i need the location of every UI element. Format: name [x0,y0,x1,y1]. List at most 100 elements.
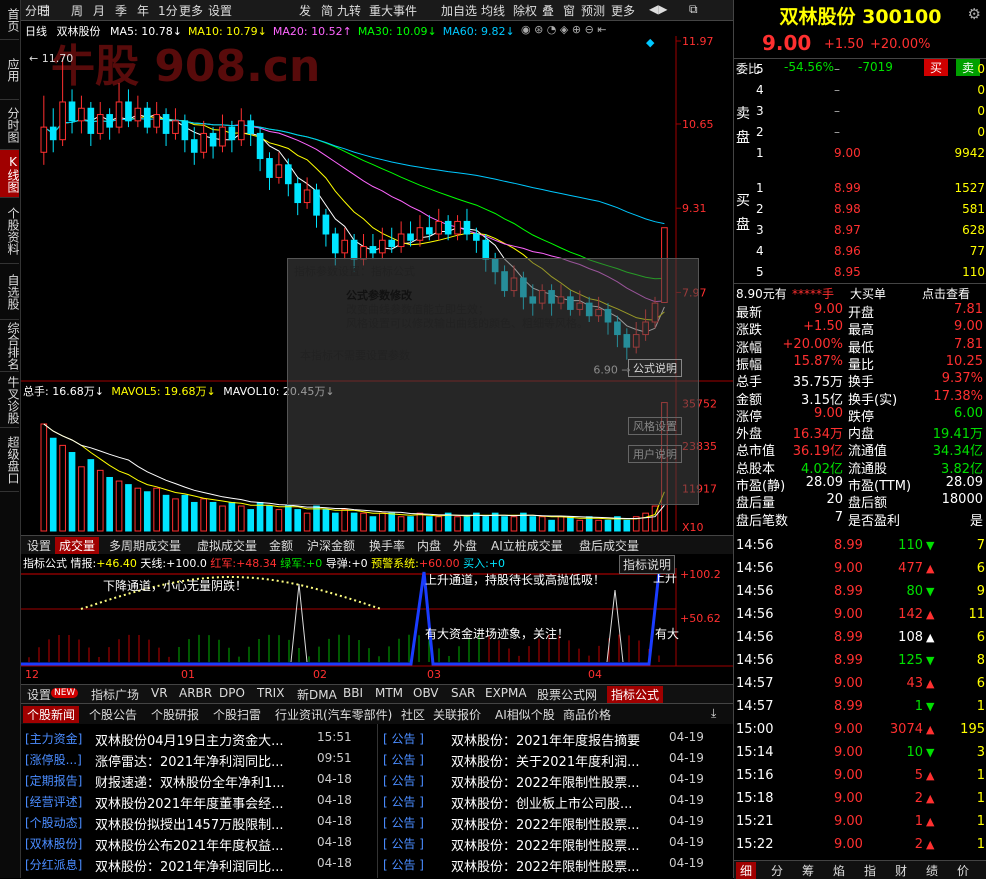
news-tab-0[interactable]: 个股新闻 [23,706,80,723]
ask-row-1[interactable]: 1 9.00 9942 [734,146,986,164]
news-tab-8[interactable]: 商品价格 [559,706,615,723]
news-right-title[interactable]: 双林股份：2022年限制性股票... [451,835,639,854]
big-order-d[interactable]: 点击查看 [922,285,970,302]
toolbar-item-18[interactable]: 预测 [581,2,605,19]
indicator-panel[interactable]: +100.2 +50.62 下降通道，小心无量阴跌！ 上升通道，持股待长或高抛低吸！上… [21,554,733,684]
news-left-title[interactable]: 财报速递：双林股份全年净利1... [95,772,285,791]
toolbar-item-15[interactable]: 除权 [513,2,537,19]
ind-tab-1[interactable]: NEW [51,688,79,698]
toolbar-item-16[interactable]: 叠 [542,2,554,19]
news-right-title[interactable]: 双林股份：2022年限制性股票... [451,856,639,875]
ask-row-4[interactable]: 4 – 0 [734,83,986,101]
news-right-tag[interactable]: [ 公告 ] [383,793,424,810]
ask-row-3[interactable]: 3 – 0 [734,104,986,122]
ind-tab-6[interactable]: TRIX [253,686,288,700]
bid-row-4[interactable]: 4 8.96 77 [734,244,986,262]
quote-tab-7[interactable]: 价 [953,862,973,879]
vol-tab-4[interactable]: 金额 [265,537,297,554]
left-tab-7[interactable]: 牛叉诊股 [0,372,20,428]
news-left-tag[interactable]: [定期报告] [25,772,82,789]
ind-tab-3[interactable]: VR [147,686,172,700]
vol-tab-10[interactable]: 盘后成交量 [575,537,643,554]
ind-tab-4[interactable]: ARBR [175,686,216,700]
toolbar-item-5[interactable]: 年 [137,2,149,19]
vol-tab-2[interactable]: 多周期成交量 [105,537,185,554]
bid-row-2[interactable]: 2 8.98 581 [734,202,986,220]
toolbar-item-11[interactable]: 九转 [337,2,361,19]
news-right-title[interactable]: 双林股份：2021年年度报告摘要 [451,730,640,749]
news-right-title[interactable]: 双林股份：关于2021年度利润... [451,751,639,770]
left-tab-6[interactable]: 综合排名 [0,320,20,372]
big-order-row[interactable]: 8.90元有 *****手 大买单 点击查看 [734,283,986,302]
left-tab-4[interactable]: 个股资料 [0,198,20,264]
news-right-tag[interactable]: [ 公告 ] [383,772,424,789]
toolbar-item-19[interactable]: 更多 [611,2,635,19]
gear-icon[interactable]: ⚙ [968,5,981,23]
quote-tab-5[interactable]: 财 [891,862,911,879]
formula-explain-button[interactable]: 公式说明 [628,359,682,377]
toolbar-item-13[interactable]: 加自选 [441,2,477,19]
left-tab-3[interactable]: K线图 [0,150,20,198]
left-tab-5[interactable]: 自选股 [0,264,20,320]
news-tab-4[interactable]: 行业资讯(汽车零部件) [271,706,396,723]
left-tab-8[interactable]: 超级盘口 [0,428,20,492]
ind-tab-12[interactable]: EXPMA [481,686,531,700]
news-left-tag[interactable]: [个股动态] [25,814,82,831]
ind-tab-2[interactable]: 指标广场 [87,686,143,703]
news-left-tag[interactable]: [经营评述] [25,793,82,810]
news-tab-7[interactable]: AI相似个股 [491,706,559,723]
bid-row-1[interactable]: 1 8.99 1527 [734,181,986,199]
news-left-tag[interactable]: [双林股份] [25,835,82,852]
news-left-title[interactable]: 双林股份公布2021年年度权益... [95,835,283,854]
news-right-tag[interactable]: [ 公告 ] [383,730,424,747]
news-right-title[interactable]: 双林股份：2022年限制性股票... [451,772,639,791]
news-left-tag[interactable]: [分红派息] [25,856,82,873]
quote-tab-1[interactable]: 分 [767,862,787,879]
toolbar-item-8[interactable]: 设置 [208,2,232,19]
toolbar-item-1[interactable]: 日 [39,2,51,19]
quote-tab-4[interactable]: 指 [860,862,880,879]
toolbar-item-9[interactable]: 发 [299,2,311,19]
left-tab-0[interactable]: 首页 [0,0,20,40]
download-icon[interactable]: ⤓ [707,706,720,721]
toolbar-item-12[interactable]: 重大事件 [369,2,417,19]
news-tab-2[interactable]: 个股研报 [147,706,203,723]
ind-tab-0[interactable]: 设置 [23,686,55,703]
toolbar-item-14[interactable]: 均线 [481,2,505,19]
nav-prev-icon[interactable]: ◀▶ [649,2,667,16]
ind-tab-13[interactable]: 股票公式网 [533,686,601,703]
indicator-explain-button[interactable]: 指标说明 [619,555,676,574]
toolbar-item-7[interactable]: 更多 [179,2,203,19]
news-tab-6[interactable]: 关联报价 [429,706,485,723]
quote-tab-0[interactable]: 细 [736,862,757,879]
vol-tab-8[interactable]: 外盘 [449,537,481,554]
toolbar-item-17[interactable]: 窗 [563,2,575,19]
vol-tab-7[interactable]: 内盘 [413,537,445,554]
window-icon[interactable]: ⧉ [689,2,698,17]
news-right-tag[interactable]: [ 公告 ] [383,856,424,873]
news-left-title[interactable]: 双林股份拟授出1457万股限制... [95,814,283,833]
toolbar-item-2[interactable]: 周 [71,2,83,19]
vol-tab-5[interactable]: 沪深金额 [303,537,359,554]
vol-tab-0[interactable]: 设置 [23,537,55,554]
toolbar-item-3[interactable]: 月 [93,2,105,19]
ind-tab-10[interactable]: OBV [409,686,443,700]
style-setting-button[interactable]: 风格设置 [628,417,682,435]
left-tab-2[interactable]: 分时图 [0,100,20,150]
toolbar-item-4[interactable]: 季 [115,2,127,19]
news-left-tag[interactable]: [涨停股...] [25,751,82,768]
ind-tab-8[interactable]: BBI [339,686,367,700]
quote-tab-3[interactable]: 焰 [829,862,849,879]
chart-tool-icons[interactable]: ◉ ⊛ ◔ ◈ ⊕ ⊖ ⇤ [521,23,607,36]
news-tab-3[interactable]: 个股扫雷 [209,706,265,723]
vol-tab-6[interactable]: 换手率 [365,537,409,554]
news-left-title[interactable]: 双林股份：2021年净利润同比... [95,856,283,875]
news-tab-5[interactable]: 社区 [397,706,429,723]
toolbar-item-10[interactable]: 简 [321,2,333,19]
news-right-title[interactable]: 双林股份：创业板上市公司股... [451,793,632,812]
ask-row-2[interactable]: 2 – 0 [734,125,986,143]
toolbar-item-6[interactable]: 1分 [158,2,178,19]
news-right-tag[interactable]: [ 公告 ] [383,814,424,831]
ind-tab-9[interactable]: MTM [371,686,407,700]
ind-tab-7[interactable]: 新DMA [293,686,341,703]
